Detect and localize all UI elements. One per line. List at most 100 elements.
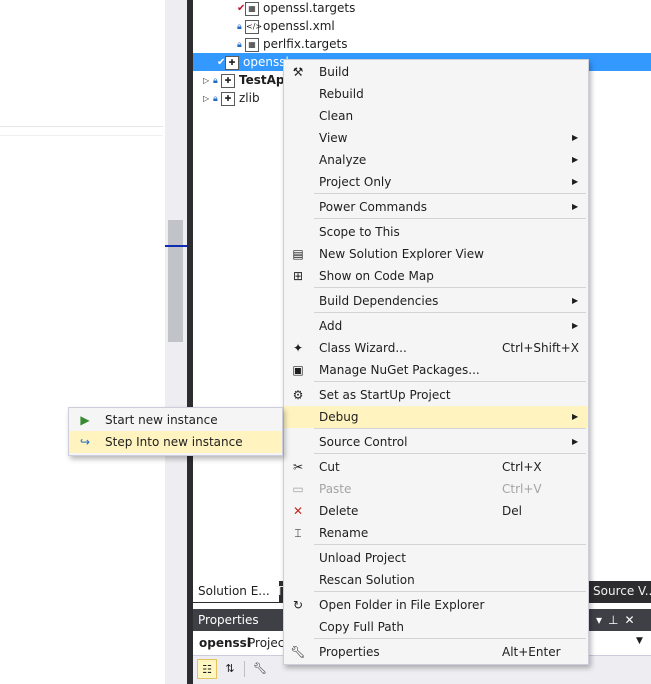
gear-icon: ⚙ <box>292 388 304 402</box>
lock-icon: 🔒︎ <box>237 21 242 32</box>
lock-icon: 🔒︎ <box>213 93 218 104</box>
menu-item-label: Open Folder in File Explorer <box>319 598 485 612</box>
menu-separator <box>314 312 586 313</box>
xml-file-icon: </> <box>245 19 262 34</box>
code-map-icon: ⊞ <box>292 269 304 283</box>
menu-item-show-on-code-map[interactable]: ⊞ Show on Code Map <box>284 265 588 287</box>
menu-item-label: Properties <box>319 645 380 659</box>
menu-item-label: Clean <box>319 109 354 123</box>
menu-item-properties[interactable]: 🔧︎ Properties Alt+Enter <box>284 641 588 663</box>
categorized-icon[interactable]: ☷ <box>197 659 217 679</box>
targets-file-icon: ▦ <box>245 37 259 52</box>
menu-item-label: Unload Project <box>319 551 406 565</box>
project-icon: ✚ <box>221 91 235 106</box>
submenu-arrow-icon: ▶ <box>572 155 579 164</box>
close-icon[interactable]: ✕ <box>624 613 634 627</box>
menu-item-label: Rebuild <box>319 87 364 101</box>
menu-item-label: Rename <box>319 526 369 540</box>
menu-item-project-only[interactable]: Project Only ▶ <box>284 171 588 193</box>
menu-item-delete[interactable]: ✕ Delete Del <box>284 500 588 522</box>
scrollbar-thumb[interactable] <box>168 220 183 342</box>
menu-item-rename[interactable]: ⌶ Rename <box>284 522 588 544</box>
menu-item-debug[interactable]: Debug ▶ <box>284 406 588 428</box>
menu-item-rescan-solution[interactable]: Rescan Solution <box>284 569 588 591</box>
delete-icon: ✕ <box>292 504 304 518</box>
editor-line <box>0 126 163 127</box>
lock-icon: 🔒︎ <box>237 39 242 50</box>
menu-item-copy-full-path[interactable]: Copy Full Path <box>284 616 588 638</box>
submenu-item-step-into-new-instance[interactable]: ↪ Step Into new instance <box>69 431 282 453</box>
tree-item-openssl-xml[interactable]: 🔒︎ </>openssl.xml <box>237 17 335 35</box>
menu-item-label: Build Dependencies <box>319 294 439 308</box>
tree-item-perlfix-targets[interactable]: 🔒︎ ▦ perlfix.targets <box>237 35 347 53</box>
menu-item-build[interactable]: ⚒ Build <box>284 61 588 83</box>
menu-item-view[interactable]: View ▶ <box>284 127 588 149</box>
pin-icon[interactable]: ⊥ <box>608 613 618 627</box>
expand-arrow-icon[interactable]: ▷ <box>203 72 213 90</box>
tab-solution-explorer[interactable]: Solution E... <box>193 581 279 602</box>
tab-source-control[interactable]: Source V... <box>591 581 651 602</box>
tree-item-openssl-targets[interactable]: ✔ ▦ openssl.targets <box>237 0 355 17</box>
menu-item-cut[interactable]: ✂ Cut Ctrl+X <box>284 456 588 478</box>
menu-item-analyze[interactable]: Analyze ▶ <box>284 149 588 171</box>
nuget-icon: ▣ <box>292 363 304 377</box>
project-icon: ✚ <box>221 73 235 88</box>
menu-item-label: Set as StartUp Project <box>319 388 451 402</box>
menu-separator <box>314 428 586 429</box>
menu-separator <box>314 638 586 639</box>
menu-item-class-wizard[interactable]: ✦ Class Wizard... Ctrl+Shift+X <box>284 337 588 359</box>
menu-item-scope-to-this[interactable]: Scope to This <box>284 221 588 243</box>
menu-item-open-folder-in-file-explorer[interactable]: ↻ Open Folder in File Explorer <box>284 594 588 616</box>
menu-item-power-commands[interactable]: Power Commands ▶ <box>284 196 588 218</box>
menu-item-add[interactable]: Add ▶ <box>284 315 588 337</box>
expand-arrow-icon[interactable]: ▷ <box>203 90 213 108</box>
submenu-arrow-icon: ▶ <box>572 437 579 446</box>
targets-file-icon: ▦ <box>245 1 259 16</box>
menu-item-label: Power Commands <box>319 200 428 214</box>
scrollbar-caret-marker <box>165 245 187 247</box>
menu-item-label: Class Wizard... <box>319 341 407 355</box>
menu-separator <box>314 193 586 194</box>
new-view-icon: ▤ <box>292 247 304 261</box>
editor-area <box>0 0 165 684</box>
menu-item-label: Scope to This <box>319 225 400 239</box>
menu-item-set-as-startup-project[interactable]: ⚙ Set as StartUp Project <box>284 384 588 406</box>
wrench-icon[interactable]: 🔧︎ <box>250 659 270 679</box>
menu-item-rebuild[interactable]: Rebuild <box>284 83 588 105</box>
menu-item-label: Delete <box>319 504 359 518</box>
checked-out-icon: ✔ <box>237 2 246 14</box>
vertical-scrollbar[interactable] <box>165 0 187 684</box>
dropdown-icon[interactable]: ▾ <box>596 613 602 627</box>
menu-item-unload-project[interactable]: Unload Project <box>284 547 588 569</box>
menu-item-label: Project Only <box>319 175 392 189</box>
menu-item-source-control[interactable]: Source Control ▶ <box>284 431 588 453</box>
chevron-down-icon[interactable]: ▼ <box>636 636 643 646</box>
tree-item-zlib[interactable]: ▷ 🔒︎ ✚ zlib <box>203 89 260 107</box>
menu-item-new-solution-explorer-view[interactable]: ▤ New Solution Explorer View <box>284 243 588 265</box>
tree-item-testapp[interactable]: ▷ 🔒︎ ✚ TestAp <box>203 71 285 89</box>
menu-item-paste: ▭ Paste Ctrl+V <box>284 478 588 500</box>
class-wizard-icon: ✦ <box>292 341 304 355</box>
menu-item-shortcut: Ctrl+V <box>502 482 542 496</box>
menu-item-build-dependencies[interactable]: Build Dependencies ▶ <box>284 290 588 312</box>
submenu-arrow-icon: ▶ <box>572 412 579 421</box>
menu-item-label: Analyze <box>319 153 367 167</box>
menu-item-label: View <box>319 131 348 145</box>
paste-icon: ▭ <box>292 482 304 496</box>
submenu-arrow-icon: ▶ <box>572 177 579 186</box>
alphabetical-sort-icon[interactable]: ⇅ <box>220 659 240 679</box>
submenu-arrow-icon: ▶ <box>572 202 579 211</box>
properties-title: Properties <box>198 613 259 627</box>
menu-separator <box>314 287 586 288</box>
menu-item-manage-nuget-packages[interactable]: ▣ Manage NuGet Packages... <box>284 359 588 381</box>
menu-item-clean[interactable]: Clean <box>284 105 588 127</box>
toolbar-separator <box>244 661 245 677</box>
scissors-icon: ✂ <box>292 460 304 474</box>
checked-out-icon: ✔ <box>217 56 226 68</box>
menu-separator <box>314 218 586 219</box>
tree-item-openssl-label: ✔ ✚ openssl <box>217 53 289 71</box>
rename-icon: ⌶ <box>294 526 302 540</box>
menu-item-shortcut: Del <box>502 504 522 518</box>
submenu-item-label: Step Into new instance <box>105 435 243 449</box>
submenu-item-start-new-instance[interactable]: ▶ Start new instance <box>69 409 282 431</box>
